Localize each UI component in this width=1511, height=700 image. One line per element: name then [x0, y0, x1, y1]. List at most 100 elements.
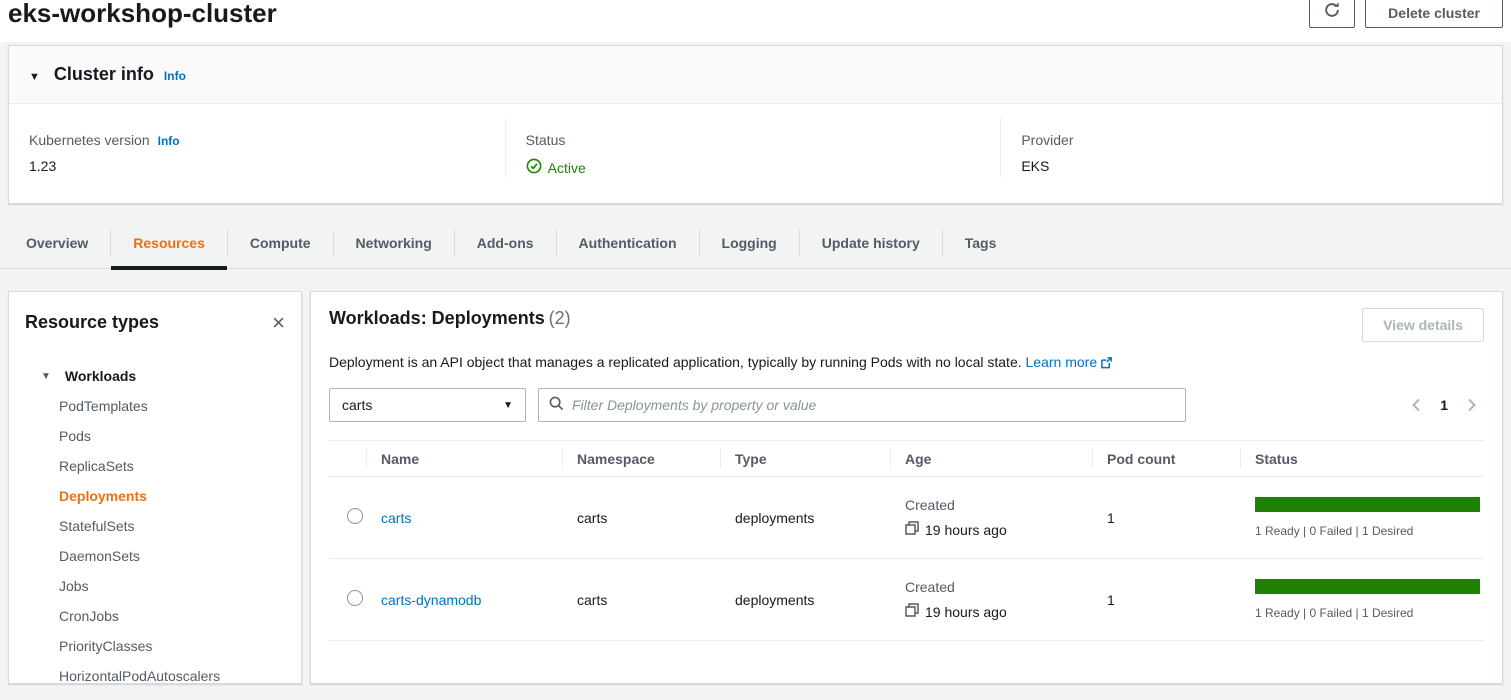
tab-compute[interactable]: Compute	[228, 218, 333, 268]
sidebar-item-jobs[interactable]: Jobs	[9, 571, 301, 601]
column-header-type: Type	[720, 441, 890, 476]
field-kubernetes-version: Kubernetes version Info 1.23	[9, 118, 505, 177]
cluster-info-body: Kubernetes version Info 1.23 Status Acti…	[9, 104, 1502, 203]
status-value: Active	[548, 160, 586, 176]
resource-types-panel: Resource types × ▼ Workloads PodTemplate…	[8, 291, 302, 684]
age-value-text: 19 hours ago	[925, 522, 1007, 538]
cell-type: deployments	[720, 510, 890, 526]
page-title: eks-workshop-cluster	[8, 0, 277, 30]
row-radio[interactable]	[347, 590, 363, 606]
copy-icon[interactable]	[905, 521, 919, 538]
deployments-panel: Workloads: Deployments (2) View details …	[310, 291, 1503, 684]
age-value-text: 19 hours ago	[925, 604, 1007, 620]
filter-type-select[interactable]: carts ▼	[329, 388, 526, 422]
deployments-table: Name Namespace Type Age Pod count Status…	[329, 440, 1484, 641]
sidebar-item-deployments[interactable]: Deployments	[9, 481, 301, 511]
status-bar	[1255, 497, 1480, 512]
learn-more-label: Learn more	[1026, 354, 1098, 370]
sidebar-item-cronjobs[interactable]: CronJobs	[9, 601, 301, 631]
page-header: eks-workshop-cluster Delete cluster	[0, 0, 1511, 42]
panel-count: (2)	[549, 308, 571, 328]
cell-status: 1 Ready | 0 Failed | 1 Desired	[1240, 497, 1484, 538]
description-text: Deployment is an API object that manages…	[329, 354, 1022, 370]
status-text: 1 Ready | 0 Failed | 1 Desired	[1255, 524, 1480, 538]
deployment-name-link[interactable]: carts-dynamodb	[381, 592, 481, 608]
close-icon[interactable]: ×	[272, 315, 285, 331]
external-link-icon	[1100, 356, 1113, 372]
status-label: Status	[526, 132, 566, 148]
search-field[interactable]	[538, 388, 1186, 422]
refresh-icon	[1323, 0, 1341, 22]
sidebar-item-priorityclasses[interactable]: PriorityClasses	[9, 631, 301, 661]
kubernetes-version-label: Kubernetes version	[29, 132, 150, 148]
check-circle-icon	[526, 158, 542, 177]
cell-pod-count: 1	[1092, 592, 1240, 608]
column-header-status: Status	[1240, 441, 1484, 476]
kubernetes-version-value: 1.23	[29, 158, 485, 174]
deployments-heading: Workloads: Deployments (2)	[329, 308, 571, 329]
tab-logging[interactable]: Logging	[700, 218, 799, 268]
tab-tags[interactable]: Tags	[943, 218, 1019, 268]
delete-cluster-button[interactable]: Delete cluster	[1365, 0, 1503, 28]
cluster-info-header[interactable]: ▼ Cluster info Info	[9, 46, 1502, 104]
row-radio[interactable]	[347, 508, 363, 524]
cell-namespace: carts	[562, 510, 720, 526]
provider-label: Provider	[1021, 132, 1073, 148]
chevron-down-icon: ▼	[41, 371, 51, 382]
sidebar-item-statefulsets[interactable]: StatefulSets	[9, 511, 301, 541]
field-provider: Provider EKS	[1000, 118, 1496, 177]
table-header-row: Name Namespace Type Age Pod count Status	[329, 440, 1484, 477]
table-row: carts-dynamodb carts deployments Created…	[329, 559, 1484, 641]
kubernetes-version-info-link[interactable]: Info	[158, 134, 180, 148]
cell-age: Created 19 hours ago	[890, 497, 1092, 538]
panel-title: Workloads: Deployments	[329, 308, 545, 328]
tab-authentication[interactable]: Authentication	[557, 218, 699, 268]
cell-type: deployments	[720, 592, 890, 608]
learn-more-link[interactable]: Learn more	[1026, 354, 1114, 370]
tab-resources[interactable]: Resources	[111, 218, 227, 268]
copy-icon[interactable]	[905, 603, 919, 620]
current-page[interactable]: 1	[1440, 397, 1448, 413]
sidebar-item-daemonsets[interactable]: DaemonSets	[9, 541, 301, 571]
collapse-caret-icon[interactable]: ▼	[29, 71, 40, 83]
previous-page-icon[interactable]	[1410, 398, 1422, 412]
cluster-info-card: ▼ Cluster info Info Kubernetes version I…	[8, 45, 1503, 204]
cell-pod-count: 1	[1092, 510, 1240, 526]
panel-description: Deployment is an API object that manages…	[329, 354, 1484, 372]
sidebar-item-podtemplates[interactable]: PodTemplates	[9, 391, 301, 421]
next-page-icon[interactable]	[1466, 398, 1478, 412]
sidebar-item-replicasets[interactable]: ReplicaSets	[9, 451, 301, 481]
deployment-name-link[interactable]: carts	[381, 510, 411, 526]
field-status: Status Active	[505, 118, 1001, 177]
pagination: 1	[1410, 397, 1484, 413]
cluster-info-info-link[interactable]: Info	[164, 69, 186, 83]
search-input[interactable]	[572, 397, 1175, 413]
status-bar	[1255, 579, 1480, 594]
status-badge: Active	[526, 158, 981, 177]
header-actions: Delete cluster	[1309, 0, 1503, 28]
cell-namespace: carts	[562, 592, 720, 608]
column-header-namespace: Namespace	[562, 441, 720, 476]
column-header-name: Name	[366, 441, 562, 476]
age-created-label: Created	[905, 579, 1092, 595]
cluster-info-title: Cluster info	[54, 64, 154, 85]
cell-age: Created 19 hours ago	[890, 579, 1092, 620]
select-caret-icon: ▼	[503, 400, 513, 411]
tab-update-history[interactable]: Update history	[800, 218, 942, 268]
view-details-button[interactable]: View details	[1362, 308, 1484, 342]
resource-types-title: Resource types	[25, 312, 159, 333]
resource-tree: ▼ Workloads PodTemplates Pods ReplicaSet…	[9, 347, 301, 684]
status-text: 1 Ready | 0 Failed | 1 Desired	[1255, 606, 1480, 620]
tab-overview[interactable]: Overview	[4, 218, 110, 268]
filter-type-value: carts	[342, 397, 372, 413]
provider-value: EKS	[1021, 158, 1476, 174]
refresh-button[interactable]	[1309, 0, 1355, 28]
tab-bar: Overview Resources Compute Networking Ad…	[0, 218, 1511, 269]
age-created-label: Created	[905, 497, 1092, 513]
sidebar-item-pods[interactable]: Pods	[9, 421, 301, 451]
sidebar-item-horizontalpodautoscalers[interactable]: HorizontalPodAutoscalers	[9, 661, 301, 684]
tab-add-ons[interactable]: Add-ons	[455, 218, 556, 268]
search-icon	[549, 396, 564, 414]
tree-group-workloads[interactable]: ▼ Workloads	[9, 361, 301, 391]
tab-networking[interactable]: Networking	[334, 218, 454, 268]
